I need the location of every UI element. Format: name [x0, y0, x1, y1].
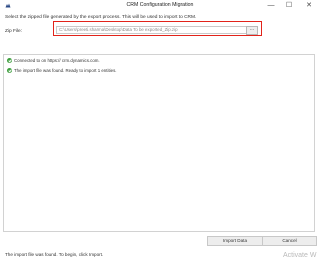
check-circle-icon [7, 68, 12, 73]
maximize-button[interactable]: ☐ [282, 0, 296, 12]
activate-windows-watermark: Activate W [283, 252, 317, 259]
instructions-text: Select the zipped file generated by the … [5, 15, 197, 20]
zip-file-highlight [53, 21, 262, 36]
minimize-button[interactable]: — [264, 0, 278, 12]
log-entry-text: The import file was found. Ready to impo… [14, 68, 117, 73]
log-entry: The import file was found. Ready to impo… [7, 67, 117, 74]
status-text: The import file was found. To begin, cli… [5, 252, 104, 257]
title-bar: CRM Configuration Migration — ☐ ✕ [0, 0, 320, 12]
log-panel: Connected to on https:// crm.dynamics.co… [3, 54, 315, 232]
log-entry-text: Connected to on https:// crm.dynamics.co… [14, 58, 100, 63]
import-data-button[interactable]: Import Data [207, 236, 263, 246]
log-entry: Connected to on https:// crm.dynamics.co… [7, 57, 100, 64]
cancel-button[interactable]: Cancel [262, 236, 317, 246]
check-circle-icon [7, 58, 12, 63]
close-button[interactable]: ✕ [302, 0, 316, 12]
zip-file-label: Zip File: [5, 29, 23, 34]
